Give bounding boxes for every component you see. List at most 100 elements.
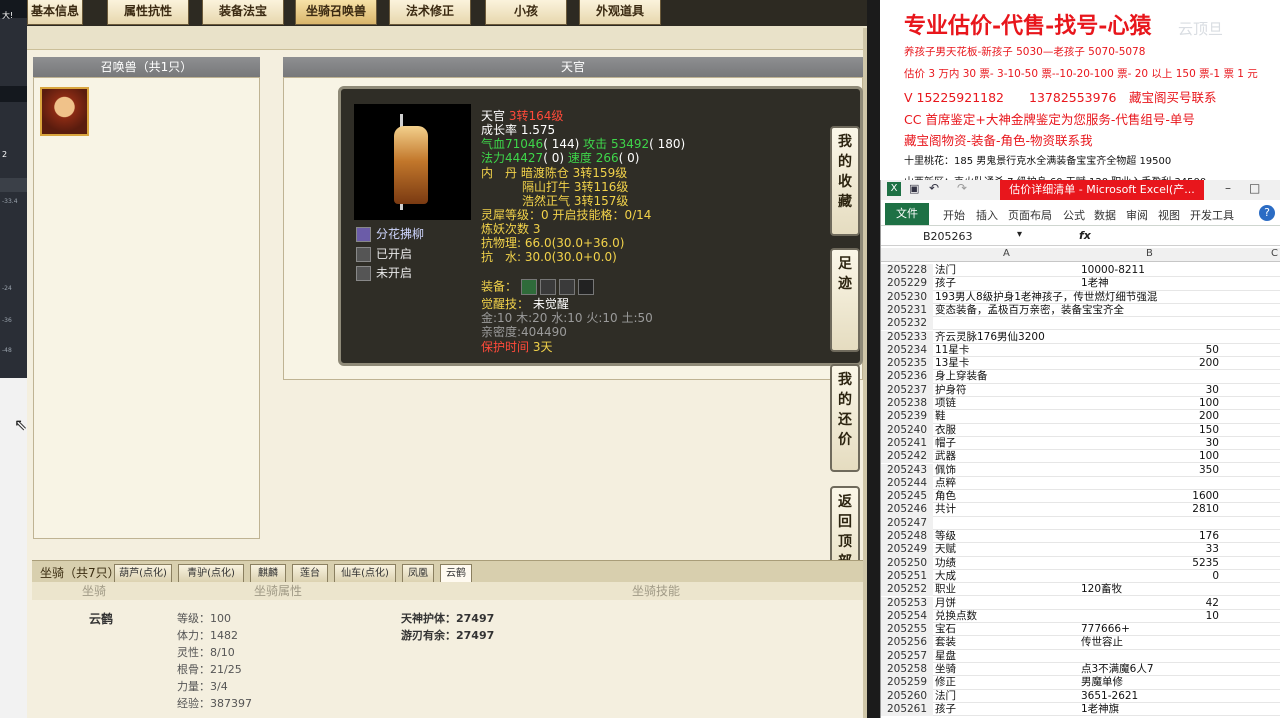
row-number[interactable]: 205233 xyxy=(881,330,933,344)
cell-b[interactable]: 传世容止 xyxy=(1081,636,1221,649)
row-number[interactable]: 205246 xyxy=(881,503,933,517)
cell-a[interactable]: 大成 xyxy=(935,570,1080,583)
cell-b[interactable]: 点3不满魔6人7 xyxy=(1081,663,1221,676)
table-row[interactable]: 205229 孩子 1老神 xyxy=(881,277,1280,291)
table-row[interactable]: 205238 项链 100 xyxy=(881,397,1280,411)
cell-b[interactable]: 1老神旗 xyxy=(1081,703,1221,716)
cell-b[interactable]: 777666+ xyxy=(1081,623,1221,636)
table-row[interactable]: 205246 共计 2810 xyxy=(881,503,1280,517)
ribbon-tab-review[interactable]: 审阅 xyxy=(1126,207,1148,223)
cell-a[interactable]: 等级 xyxy=(935,530,1080,543)
cell-a[interactable]: 帽子 xyxy=(935,437,1080,450)
cell-a[interactable]: 身上穿装备 xyxy=(935,370,1080,383)
mount-tab-qilin[interactable]: 麒麟 xyxy=(250,564,286,583)
cell-b[interactable]: 0 xyxy=(1081,570,1219,583)
cell-b[interactable]: 5235 xyxy=(1081,557,1219,570)
table-row[interactable]: 205243 佩饰 350 xyxy=(881,463,1280,477)
table-row[interactable]: 205260 法门 3651-2621 xyxy=(881,689,1280,703)
row-number[interactable]: 205243 xyxy=(881,463,933,477)
mount-tab-qinglv[interactable]: 青驴(点化) xyxy=(178,564,244,583)
ribbon-tab-data[interactable]: 数据 xyxy=(1094,207,1116,223)
cell-a[interactable]: 坐骑 xyxy=(935,663,1080,676)
column-b-header[interactable]: B xyxy=(1146,248,1153,259)
cell-b[interactable]: 350 xyxy=(1081,464,1219,477)
row-number[interactable]: 205252 xyxy=(881,583,933,597)
help-icon[interactable]: ? xyxy=(1259,205,1275,221)
minimize-icon[interactable]: – xyxy=(1225,181,1231,195)
row-number[interactable]: 205253 xyxy=(881,596,933,610)
mount-tab-hulu[interactable]: 葫芦(点化) xyxy=(114,564,172,583)
row-number[interactable]: 205250 xyxy=(881,556,933,570)
cell-a[interactable]: 兑换点数 xyxy=(935,610,1080,623)
skill-row-2[interactable]: 已开启 xyxy=(356,246,412,262)
cell-a[interactable]: 法门 xyxy=(935,264,1080,277)
row-number[interactable]: 205230 xyxy=(881,290,933,304)
ribbon-tab-file[interactable]: 文件 xyxy=(885,203,929,225)
cell-b[interactable]: 176 xyxy=(1081,530,1219,543)
cell-b[interactable]: 30 xyxy=(1081,437,1219,450)
table-row[interactable]: 205259 修正 男魔单修 xyxy=(881,676,1280,690)
row-number[interactable]: 205229 xyxy=(881,277,933,291)
mixer-button[interactable] xyxy=(0,178,27,192)
skill-row-3[interactable]: 未开启 xyxy=(356,265,412,281)
cell-a[interactable]: 法门 xyxy=(935,690,1080,703)
function-icon[interactable]: fx xyxy=(1079,229,1091,242)
cell-a[interactable]: 衣服 xyxy=(935,424,1080,437)
ribbon-tab-home[interactable]: 开始 xyxy=(943,207,965,223)
table-row[interactable]: 205254 兑换点数 10 xyxy=(881,609,1280,624)
cell-b[interactable]: 50 xyxy=(1081,344,1219,357)
row-number[interactable]: 205257 xyxy=(881,649,933,663)
cell-a[interactable]: 修正 xyxy=(935,676,1080,689)
table-row[interactable]: 205261 孩子 1老神旗 xyxy=(881,702,1280,717)
column-c-header[interactable]: C xyxy=(1271,248,1278,259)
tab-attributes[interactable]: 属性抗性 xyxy=(107,0,189,25)
row-number[interactable]: 205231 xyxy=(881,303,933,318)
equip-slot-2-icon[interactable] xyxy=(539,279,556,295)
row-number[interactable]: 205234 xyxy=(881,343,933,358)
cell-a[interactable]: 共计 xyxy=(935,503,1080,516)
maximize-icon[interactable]: □ xyxy=(1249,181,1260,195)
row-number[interactable]: 205254 xyxy=(881,609,933,624)
cell-b[interactable]: 3651-2621 xyxy=(1081,690,1221,703)
column-a-header[interactable]: A xyxy=(1003,248,1010,259)
row-number[interactable]: 205239 xyxy=(881,410,933,424)
cell-a[interactable]: 星盘 xyxy=(935,650,1080,663)
skill-row-1[interactable]: 分花拂柳 xyxy=(356,226,424,242)
cell-b[interactable]: 100 xyxy=(1081,397,1219,410)
tab-appearance[interactable]: 外观道具 xyxy=(579,0,661,25)
cell-a[interactable]: 193男人8级护身1老神孩子，传世燃灯细节强混 xyxy=(935,291,1157,304)
equip-slot-3-icon[interactable] xyxy=(558,279,575,295)
row-number[interactable]: 205249 xyxy=(881,543,933,557)
row-number[interactable]: 205232 xyxy=(881,317,933,331)
cell-b[interactable]: 120畜牧 xyxy=(1081,583,1221,596)
ribbon-tab-insert[interactable]: 插入 xyxy=(976,207,998,223)
cell-b[interactable]: 10 xyxy=(1081,610,1219,623)
cell-a[interactable]: 鞋 xyxy=(935,410,1080,423)
cell-a[interactable]: 13星卡 xyxy=(935,357,1080,370)
cell-a[interactable]: 宝石 xyxy=(935,623,1080,636)
cell-a[interactable]: 功绩 xyxy=(935,557,1080,570)
equip-slot-4-icon[interactable] xyxy=(577,279,594,295)
table-row[interactable]: 205232 xyxy=(881,317,1280,331)
row-number[interactable]: 205236 xyxy=(881,370,933,384)
cell-a[interactable]: 孩子 xyxy=(935,703,1080,716)
summon-avatar[interactable] xyxy=(40,87,89,136)
mount-tab-yunhe[interactable]: 云鹤 xyxy=(440,564,472,583)
cell-b[interactable]: 200 xyxy=(1081,357,1219,370)
table-row[interactable]: 205239 鞋 200 xyxy=(881,410,1280,424)
table-row[interactable]: 205247 xyxy=(881,516,1280,530)
table-row[interactable]: 205242 武器 100 xyxy=(881,450,1280,464)
row-number[interactable]: 205241 xyxy=(881,436,933,451)
cell-a[interactable]: 武器 xyxy=(935,450,1080,463)
mount-tab-fenghuang[interactable]: 凤凰 xyxy=(402,564,434,583)
row-number[interactable]: 205251 xyxy=(881,569,933,584)
cell-b[interactable]: 2810 xyxy=(1081,503,1219,516)
table-row[interactable]: 205250 功绩 5235 xyxy=(881,556,1280,570)
name-box[interactable]: B205263 xyxy=(923,230,973,243)
row-number[interactable]: 205235 xyxy=(881,357,933,371)
cell-b[interactable]: 33 xyxy=(1081,543,1219,556)
row-number[interactable]: 205256 xyxy=(881,636,933,650)
ribbon-tab-developer[interactable]: 开发工具 xyxy=(1190,207,1234,223)
cell-a[interactable]: 职业 xyxy=(935,583,1080,596)
my-favorites-button[interactable]: 我的收藏 xyxy=(830,126,860,236)
